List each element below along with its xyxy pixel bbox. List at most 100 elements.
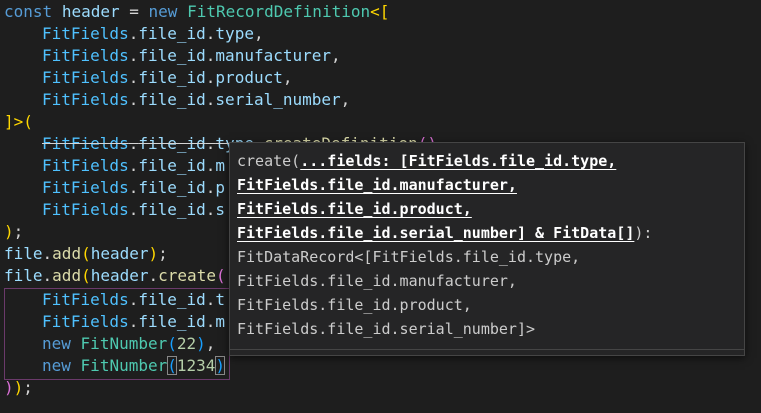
variable: header [90, 266, 149, 285]
signature-line-8: FitFields.file_id.serial_number]> [237, 320, 536, 338]
active-parameter: ...fields: [FitFields.file_id.type, [300, 152, 617, 170]
property: file_id [138, 24, 206, 43]
function-name: add [52, 266, 82, 285]
paren: ) [13, 378, 24, 397]
matching-paren: ( [167, 356, 177, 375]
property: m [215, 156, 226, 175]
code-line-15[interactable]: FitFields.file_id.m [4, 311, 225, 333]
code-line-13[interactable]: file.add(header.create( [4, 265, 226, 287]
signature-suffix: ): [634, 224, 653, 242]
popup-divider [230, 349, 744, 350]
property: s [215, 200, 226, 219]
property: file_id [138, 156, 206, 175]
code-line-9[interactable]: FitFields.file_id.p [4, 177, 225, 199]
dot: . [205, 312, 216, 331]
comma: , [340, 90, 351, 109]
number-literal: 22 [176, 334, 197, 353]
keyword: const [4, 2, 53, 21]
code-editor[interactable]: const header = new FitRecordDefinition<[… [0, 0, 761, 413]
constant: FitFields [42, 178, 129, 197]
matching-paren: ) [215, 356, 226, 375]
dot: . [205, 68, 216, 87]
code-line-4[interactable]: FitFields.file_id.product, [4, 67, 293, 89]
code-line-11[interactable]: ); [4, 221, 23, 243]
dot: . [205, 156, 216, 175]
code-line-8[interactable]: FitFields.file_id.m [4, 155, 225, 177]
dot: . [42, 266, 53, 285]
signature-line-3: FitFields.file_id.product, [237, 197, 472, 221]
dot: . [128, 24, 139, 43]
code-line-16[interactable]: new FitNumber(22), [4, 333, 215, 355]
dot: . [205, 178, 216, 197]
active-parameter: FitFields.file_id.manufacturer, [237, 176, 517, 194]
function-name: add [52, 244, 82, 263]
property: m [215, 312, 226, 331]
variable: file [4, 244, 43, 263]
number-literal: 1234 [176, 356, 216, 375]
code-line-3[interactable]: FitFields.file_id.manufacturer, [4, 45, 341, 67]
signature-method: create( [237, 152, 301, 170]
paren: ) [196, 334, 206, 353]
dot: . [205, 46, 216, 65]
constant: FitFields [42, 90, 129, 109]
variable: file [4, 266, 43, 285]
dot: . [128, 134, 139, 153]
dot: . [128, 68, 139, 87]
property: t [215, 290, 226, 309]
constant: FitFields [42, 156, 129, 175]
semicolon: ; [13, 222, 24, 241]
code-line-18[interactable]: )); [4, 377, 33, 399]
signature-line-1: create(...fields: [FitFields.file_id.typ… [237, 149, 616, 173]
comma: , [205, 334, 216, 353]
signature-line-5: FitDataRecord<[FitFields.file_id.type, [237, 248, 581, 266]
property: file_id [138, 68, 206, 87]
property: p [215, 178, 226, 197]
dot: . [205, 290, 216, 309]
code-line-2[interactable]: FitFields.file_id.type, [4, 23, 264, 45]
code-line-12[interactable]: file.add(header); [4, 243, 168, 265]
code-line-10[interactable]: FitFields.file_id.s [4, 199, 225, 221]
paren: ) [4, 378, 14, 397]
paren: ) [148, 244, 159, 263]
code-line-17[interactable]: new FitNumber(1234) [4, 355, 226, 377]
bracket: <[ [370, 2, 390, 21]
paren: ( [215, 266, 226, 285]
class-name: FitRecordDefinition [187, 2, 371, 21]
class-name: FitNumber [80, 356, 168, 375]
property: file_id [138, 290, 206, 309]
property: manufacturer [215, 46, 332, 65]
dot: . [128, 290, 139, 309]
operator: = [129, 2, 139, 21]
dot: . [128, 178, 139, 197]
code-line-14[interactable]: FitFields.file_id.t [4, 289, 225, 311]
constant: FitFields [42, 290, 129, 309]
signature-line-4: FitFields.file_id.serial_number] & FitDa… [237, 221, 652, 245]
dot: . [128, 46, 139, 65]
code-line-1[interactable]: const header = new FitRecordDefinition<[ [4, 1, 389, 23]
code-line-6[interactable]: ]>( [4, 111, 33, 133]
property: file_id [138, 90, 206, 109]
property: file_id [138, 134, 206, 153]
dot: . [42, 244, 53, 263]
signature-help-popup[interactable]: create(...fields: [FitFields.file_id.typ… [229, 142, 745, 356]
dot: . [205, 90, 216, 109]
keyword: new [42, 334, 71, 353]
dot: . [205, 24, 216, 43]
variable: header [61, 2, 120, 21]
property: file_id [138, 46, 206, 65]
signature-line-6: FitFields.file_id.manufacturer, [237, 272, 517, 290]
paren: ( [23, 112, 33, 131]
property: serial_number [215, 90, 341, 109]
property: product [215, 68, 283, 87]
signature-line-7: FitFields.file_id.product, [237, 296, 472, 314]
semicolon: ; [158, 244, 168, 263]
constant: FitFields [42, 200, 129, 219]
dot: . [205, 200, 216, 219]
code-line-5[interactable]: FitFields.file_id.serial_number, [4, 89, 350, 111]
constant: FitFields [42, 46, 129, 65]
comma: , [282, 68, 293, 87]
semicolon: ; [23, 378, 33, 397]
property: file_id [138, 178, 206, 197]
constant: FitFields [42, 24, 129, 43]
paren: ( [167, 334, 177, 353]
